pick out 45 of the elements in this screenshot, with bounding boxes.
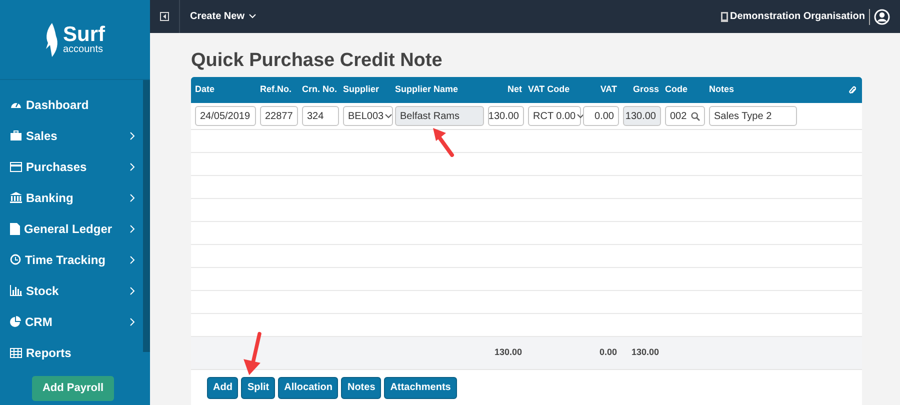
readonly-field: Belfast Rams <box>395 106 484 126</box>
gross-total: 130.00 <box>631 347 659 358</box>
column-header: Notes <box>709 84 734 94</box>
action-button[interactable]: Add <box>207 376 238 398</box>
sidebar-item[interactable]: Sales <box>0 120 143 151</box>
logo-tagline: accounts <box>63 45 104 55</box>
amount-field[interactable]: 0.00 <box>583 106 619 126</box>
sidebar-item[interactable]: General Ledger <box>0 213 143 244</box>
date-field[interactable]: 24/05/2019 <box>195 106 256 126</box>
sidebar-item[interactable]: Reports <box>0 337 143 368</box>
logo-name: Surf <box>63 24 105 45</box>
sidebar-item[interactable]: Purchases <box>0 151 143 182</box>
action-button[interactable]: Split <box>241 376 276 398</box>
net-total: 130.00 <box>494 347 522 358</box>
sidebar-item[interactable]: Banking <box>0 182 143 213</box>
lookup-field[interactable]: 002 <box>665 106 705 126</box>
column-header: Code <box>665 84 688 94</box>
action-button[interactable]: Attachments <box>384 376 457 398</box>
organisation-name[interactable]: Demonstration Organisation <box>730 9 865 24</box>
readonly-amount-field: 130.00 <box>623 106 661 126</box>
column-header: Ref.No. <box>260 84 292 94</box>
column-header: VAT Code <box>528 84 570 94</box>
column-header: Supplier <box>343 84 380 94</box>
column-header: Supplier Name <box>395 84 458 94</box>
add-payroll-button[interactable]: Add Payroll <box>32 376 114 401</box>
text-field[interactable]: Sales Type 2 <box>709 106 797 126</box>
column-header: Gross <box>632 84 659 94</box>
vat-total: 0.00 <box>599 347 617 358</box>
column-header: VAT <box>600 84 617 94</box>
sidebar-item[interactable]: Stock <box>0 275 143 306</box>
page-title: Quick Purchase Credit Note <box>191 49 444 73</box>
sidebar-item[interactable]: Time Tracking <box>0 244 143 275</box>
action-button[interactable]: Allocation <box>278 376 338 398</box>
column-header: Net <box>507 84 522 94</box>
column-header: Crn. No. <box>302 84 337 94</box>
sidebar-item[interactable]: Dashboard <box>0 89 143 120</box>
text-field[interactable]: 22877 <box>260 106 298 126</box>
text-field[interactable]: 324 <box>302 106 339 126</box>
select-field[interactable]: BEL003 <box>343 106 393 126</box>
create-new-menu[interactable]: Create New <box>190 9 256 24</box>
column-header: Date <box>195 84 215 94</box>
sidebar-item[interactable]: CRM <box>0 306 143 337</box>
action-button[interactable]: Notes <box>341 376 382 398</box>
select-field[interactable]: RCT 0.00 <box>528 106 581 126</box>
amount-field[interactable]: 130.00 <box>488 106 524 126</box>
